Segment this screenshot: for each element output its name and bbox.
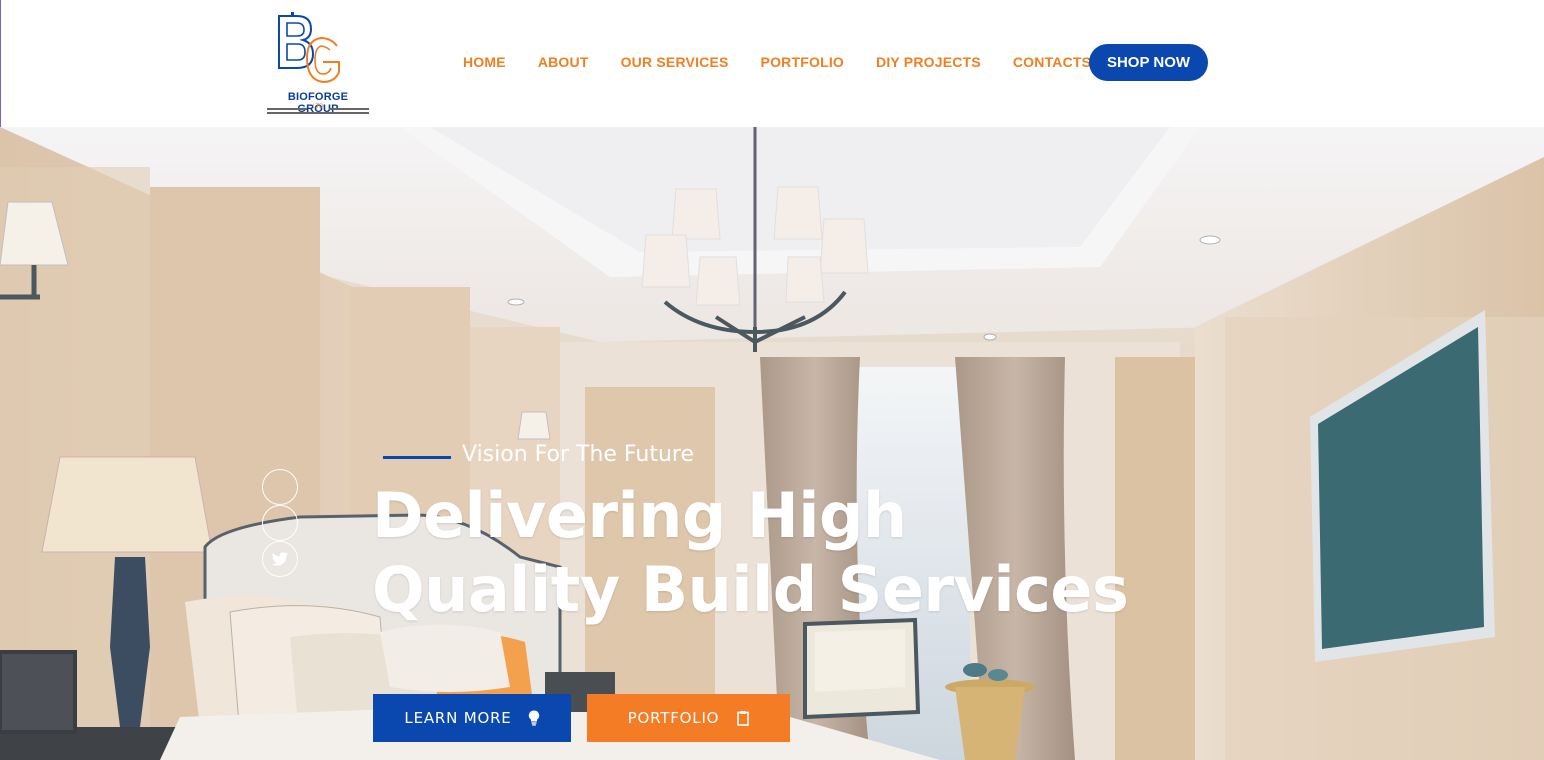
shop-now-button[interactable]: SHOP NOW — [1089, 44, 1208, 81]
headline-line-2: Quality Build Services — [372, 553, 1129, 626]
nav-contacts[interactable]: CONTACTS — [1013, 54, 1091, 70]
logo-underline: LTD — [263, 104, 373, 114]
learn-more-label: LEARN MORE — [404, 709, 512, 727]
nav-our-services[interactable]: OUR SERVICES — [621, 54, 729, 70]
clipboard-icon — [737, 711, 750, 726]
hero-headline: Delivering High Quality Build Services — [372, 479, 1132, 627]
facebook-link[interactable] — [262, 469, 298, 505]
instagram-link[interactable] — [262, 505, 298, 541]
tagline-text: Vision For The Future — [462, 442, 694, 467]
logo[interactable]: BIOFORGE GROUP LTD — [263, 10, 373, 118]
social-links — [262, 469, 298, 577]
nav-about[interactable]: ABOUT — [538, 54, 589, 70]
tagline-accent-line — [383, 456, 451, 459]
bg-monogram-icon — [278, 12, 340, 84]
twitter-link[interactable] — [262, 541, 298, 577]
nav-portfolio[interactable]: PORTFOLIO — [761, 54, 844, 70]
portfolio-label: PORTFOLIO — [627, 709, 720, 727]
hero-overlay — [0, 127, 1544, 760]
site-header: BIOFORGE GROUP LTD HOME ABOUT OUR SERVIC… — [0, 0, 1544, 127]
lightbulb-icon — [528, 710, 539, 726]
headline-line-1: Delivering High — [372, 479, 907, 552]
logo-ltd: LTD — [312, 104, 324, 110]
hero-tagline: Vision For The Future — [383, 442, 694, 467]
nav-home[interactable]: HOME — [463, 54, 506, 70]
hero-banner: Vision For The Future Delivering High Qu… — [0, 127, 1544, 760]
nav-diy-projects[interactable]: DIY PROJECTS — [876, 54, 981, 70]
portfolio-button[interactable]: PORTFOLIO — [587, 694, 790, 742]
twitter-icon — [271, 551, 289, 566]
learn-more-button[interactable]: LEARN MORE — [373, 694, 571, 742]
main-nav: HOME ABOUT OUR SERVICES PORTFOLIO DIY PR… — [463, 54, 1091, 70]
